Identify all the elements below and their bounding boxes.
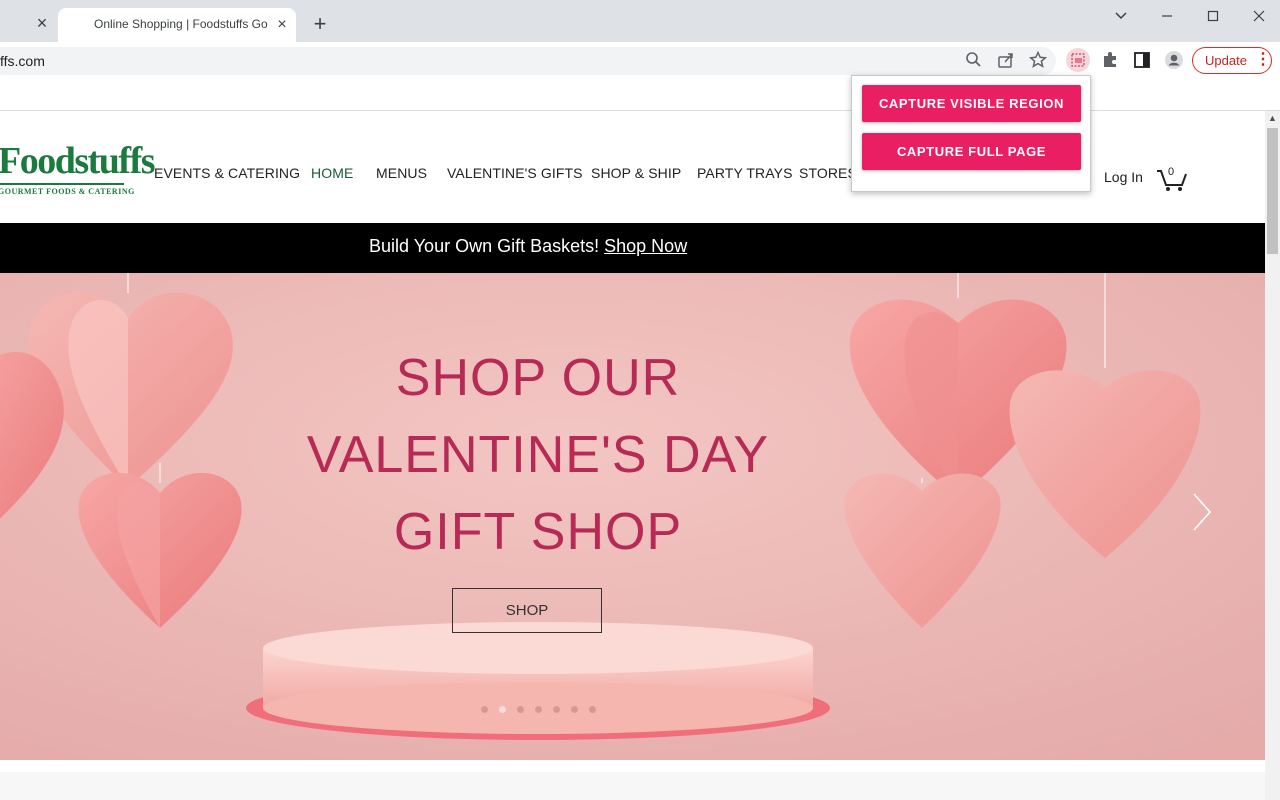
new-tab-button[interactable]: +	[308, 12, 332, 36]
logo-tagline: GOURMET FOODS & CATERING	[0, 187, 135, 196]
more-menu-icon: ⋮	[1255, 51, 1271, 68]
hero-shop-button[interactable]: SHOP	[452, 588, 602, 633]
next-slide-chevron-icon[interactable]	[1188, 490, 1216, 534]
close-window-icon[interactable]	[1236, 4, 1280, 28]
nav-home[interactable]: HOME	[311, 165, 353, 181]
zoom-search-icon[interactable]	[964, 50, 984, 70]
nav-stores[interactable]: STORES	[799, 165, 857, 181]
side-panel-icon[interactable]	[1132, 50, 1152, 70]
slide-dot[interactable]	[535, 706, 542, 713]
tab-search-chevron-icon[interactable]	[1098, 4, 1144, 28]
nav-valentines-gifts[interactable]: VALENTINE'S GIFTS	[447, 165, 583, 181]
capture-extension-icon[interactable]	[1066, 48, 1090, 72]
nav-events-catering[interactable]: EVENTS & CATERING	[154, 165, 300, 181]
site-logo[interactable]: Foodstuffs GOURMET FOODS & CATERING	[0, 140, 156, 202]
promo-banner-text: Build Your Own Gift Baskets! Shop Now	[369, 236, 687, 257]
address-bar[interactable]	[0, 47, 1056, 75]
nav-shop-ship[interactable]: SHOP & SHIP	[591, 165, 681, 181]
capture-extension-popup: CAPTURE VISIBLE REGION CAPTURE FULL PAGE	[851, 75, 1091, 192]
nav-menus[interactable]: MENUS	[376, 165, 427, 181]
slide-dot[interactable]	[517, 706, 524, 713]
slide-dot[interactable]	[553, 706, 560, 713]
cart-count: 0	[1168, 166, 1175, 178]
hero-headline-line-2: VALENTINE'S DAY	[306, 426, 770, 484]
bookmark-star-icon[interactable]	[1028, 50, 1048, 70]
hero-headline-line-1: SHOP OUR	[395, 349, 681, 407]
hero-headline-line-3: GIFT SHOP	[393, 503, 683, 561]
slide-dot[interactable]	[481, 706, 488, 713]
scrollbar-thumb[interactable]	[1267, 128, 1278, 254]
active-tab[interactable]: Online Shopping | Foodstuffs Gourmet Foo…	[58, 8, 296, 42]
tab-title: Online Shopping | Foodstuffs Gourmet Foo…	[94, 17, 268, 31]
slide-dot[interactable]	[589, 706, 596, 713]
tab-close-icon[interactable]: ×	[274, 17, 290, 33]
logo-rule	[0, 183, 124, 185]
update-button[interactable]: Update ⋮	[1192, 47, 1272, 74]
next-section-strip	[0, 772, 1265, 800]
extensions-puzzle-icon[interactable]	[1100, 50, 1120, 70]
url-text[interactable]: ffs.com	[0, 53, 45, 69]
capture-full-page-button[interactable]: CAPTURE FULL PAGE	[862, 133, 1081, 170]
login-link[interactable]: Log In	[1104, 169, 1143, 185]
nav-party-trays[interactable]: PARTY TRAYS	[697, 165, 793, 181]
maximize-icon[interactable]	[1190, 4, 1236, 28]
promo-text: Build Your Own Gift Baskets!	[369, 236, 600, 256]
capture-visible-region-button[interactable]: CAPTURE VISIBLE REGION	[862, 85, 1081, 122]
share-icon[interactable]	[996, 50, 1016, 70]
slide-dot[interactable]	[499, 706, 506, 713]
previous-tab-close-icon[interactable]: ×	[34, 14, 50, 32]
update-label: Update	[1205, 53, 1247, 68]
profile-avatar-icon[interactable]	[1164, 50, 1184, 70]
scroll-up-arrow-icon[interactable]: ▲	[1268, 113, 1277, 123]
shop-now-link[interactable]: Shop Now	[604, 236, 687, 256]
logo-wordmark: Foodstuffs	[0, 140, 156, 182]
slide-dot[interactable]	[571, 706, 578, 713]
minimize-icon[interactable]	[1144, 4, 1190, 28]
